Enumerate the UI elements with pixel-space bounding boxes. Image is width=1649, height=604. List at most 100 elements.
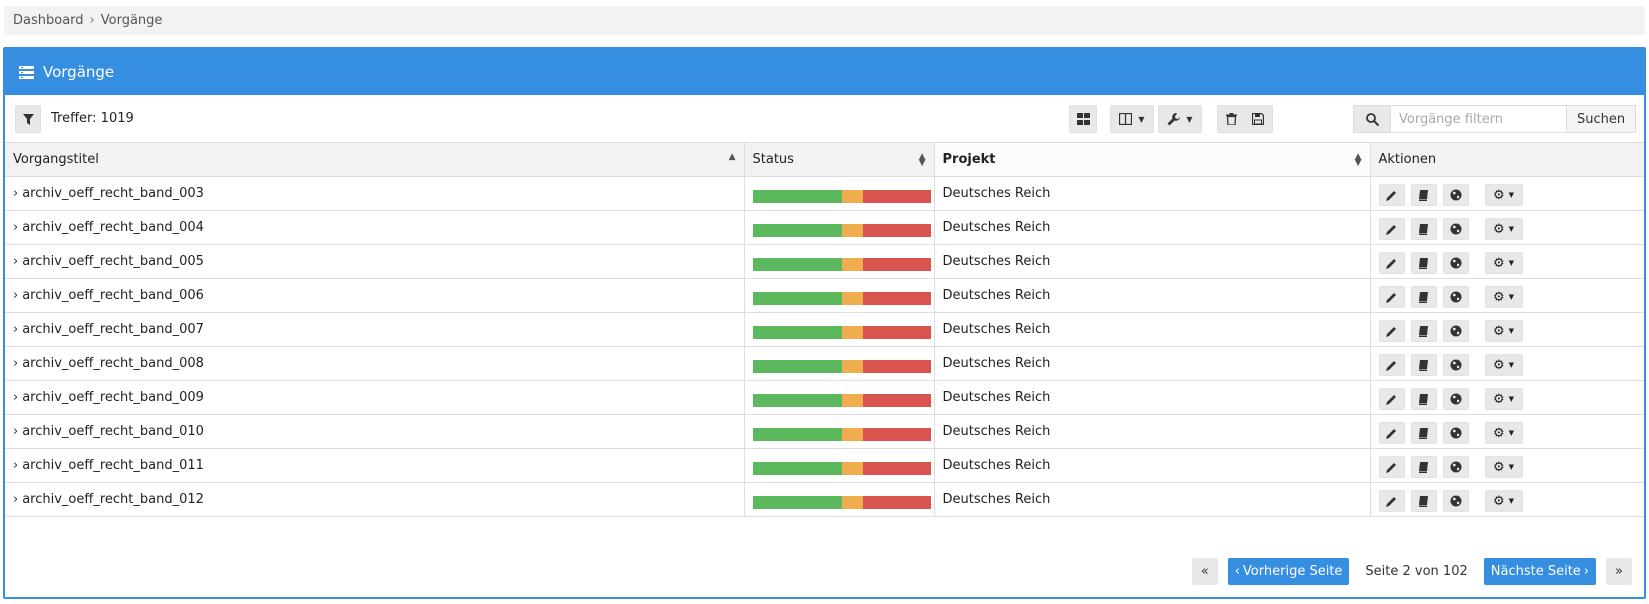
book-icon xyxy=(1419,257,1428,269)
expand-chevron-icon[interactable]: › xyxy=(13,220,18,235)
edit-button[interactable] xyxy=(1378,388,1405,410)
settings-dropdown-button[interactable]: ⚙ ▼ xyxy=(1484,354,1523,376)
header-project-label: Projekt xyxy=(942,151,996,167)
table-row[interactable]: › archiv_oeff_recht_band_010 Deutsches Re… xyxy=(5,414,1644,449)
globe-button[interactable] xyxy=(1442,252,1469,274)
table-row[interactable]: › archiv_oeff_recht_band_008 Deutsches Re… xyxy=(5,346,1644,381)
edit-button[interactable] xyxy=(1378,286,1405,308)
header-title[interactable]: Vorgangstitel ▲ xyxy=(5,143,745,177)
columns-dropdown-button[interactable]: ▼ xyxy=(1110,105,1154,133)
globe-button[interactable] xyxy=(1442,490,1469,512)
metadata-button[interactable] xyxy=(1410,422,1437,444)
previous-page-button[interactable]: ‹ Vorherige Seite xyxy=(1227,558,1350,585)
cell-project: Deutsches Reich xyxy=(934,312,1371,347)
globe-button[interactable] xyxy=(1442,218,1469,240)
tools-dropdown-button[interactable]: ▼ xyxy=(1158,105,1202,133)
expand-chevron-icon[interactable]: › xyxy=(13,390,18,405)
metadata-button[interactable] xyxy=(1410,354,1437,376)
metadata-button[interactable] xyxy=(1410,286,1437,308)
expand-chevron-icon[interactable]: › xyxy=(13,356,18,371)
edit-button[interactable] xyxy=(1378,252,1405,274)
table-row[interactable]: › archiv_oeff_recht_band_012 Deutsches Re… xyxy=(5,482,1644,517)
first-page-button[interactable]: « xyxy=(1191,558,1218,585)
breadcrumb-dashboard[interactable]: Dashboard xyxy=(13,13,84,28)
globe-button[interactable] xyxy=(1442,388,1469,410)
status-done-segment xyxy=(752,291,842,305)
settings-dropdown-button[interactable]: ⚙ ▼ xyxy=(1484,184,1523,206)
expand-chevron-icon[interactable]: › xyxy=(13,458,18,473)
search-button[interactable]: Suchen xyxy=(1567,105,1637,133)
row-project: Deutsches Reich xyxy=(942,321,1051,337)
table-row[interactable]: › archiv_oeff_recht_band_004 Deutsches Re… xyxy=(5,210,1644,245)
expand-chevron-icon[interactable]: › xyxy=(13,288,18,303)
expand-chevron-icon[interactable]: › xyxy=(13,492,18,507)
expand-chevron-icon[interactable]: › xyxy=(13,254,18,269)
expand-chevron-icon[interactable]: › xyxy=(13,322,18,337)
metadata-button[interactable] xyxy=(1410,490,1437,512)
metadata-button[interactable] xyxy=(1410,388,1437,410)
table-row[interactable]: › archiv_oeff_recht_band_005 Deutsches Re… xyxy=(5,244,1644,279)
pencil-icon xyxy=(1386,326,1396,337)
expand-chevron-icon[interactable]: › xyxy=(13,424,18,439)
settings-dropdown-button[interactable]: ⚙ ▼ xyxy=(1484,218,1523,240)
caret-down-icon: ▼ xyxy=(1508,225,1515,233)
edit-button[interactable] xyxy=(1378,354,1405,376)
header-project[interactable]: Projekt ▲ ▼ xyxy=(934,143,1371,177)
edit-button[interactable] xyxy=(1378,218,1405,240)
expand-chevron-icon[interactable]: › xyxy=(13,186,18,201)
edit-button[interactable] xyxy=(1378,490,1405,512)
toolbar: Treffer: 1019 ▼ ▼ Vorgänge filtern Suche… xyxy=(5,95,1644,143)
metadata-button[interactable] xyxy=(1410,184,1437,206)
settings-dropdown-button[interactable]: ⚙ ▼ xyxy=(1484,320,1523,342)
globe-button[interactable] xyxy=(1442,422,1469,444)
cell-status xyxy=(744,380,935,415)
cell-project: Deutsches Reich xyxy=(934,176,1371,211)
globe-icon xyxy=(1450,427,1461,439)
last-page-button[interactable]: » xyxy=(1606,558,1632,585)
status-done-segment xyxy=(752,461,842,475)
edit-button[interactable] xyxy=(1378,422,1405,444)
grid-view-button[interactable] xyxy=(1069,105,1097,133)
globe-button[interactable] xyxy=(1442,286,1469,308)
table-row[interactable]: › archiv_oeff_recht_band_011 Deutsches Re… xyxy=(5,448,1644,483)
cell-title: › archiv_oeff_recht_band_008 xyxy=(5,346,745,381)
status-progress-segment xyxy=(841,427,863,441)
table-row[interactable]: › archiv_oeff_recht_band_003 Deutsches Re… xyxy=(5,176,1644,211)
globe-icon xyxy=(1450,495,1461,507)
caret-down-icon: ▼ xyxy=(1508,259,1515,267)
edit-button[interactable] xyxy=(1378,184,1405,206)
save-icon[interactable] xyxy=(1252,113,1265,125)
metadata-button[interactable] xyxy=(1410,456,1437,478)
settings-dropdown-button[interactable]: ⚙ ▼ xyxy=(1484,388,1523,410)
table-row[interactable]: › archiv_oeff_recht_band_007 Deutsches Re… xyxy=(5,312,1644,347)
table-row[interactable]: › archiv_oeff_recht_band_009 Deutsches Re… xyxy=(5,380,1644,415)
next-page-button[interactable]: Nächste Seite › xyxy=(1483,558,1596,585)
gear-icon: ⚙ xyxy=(1492,357,1505,373)
settings-dropdown-button[interactable]: ⚙ ▼ xyxy=(1484,286,1523,308)
sort-icon: ▲ ▼ xyxy=(1354,152,1362,168)
search-input[interactable] xyxy=(1391,105,1567,133)
settings-dropdown-button[interactable]: ⚙ ▼ xyxy=(1484,456,1523,478)
globe-button[interactable] xyxy=(1442,456,1469,478)
metadata-button[interactable] xyxy=(1410,252,1437,274)
status-open-segment xyxy=(862,359,931,373)
globe-button[interactable] xyxy=(1442,320,1469,342)
edit-button[interactable] xyxy=(1378,456,1405,478)
trash-icon[interactable] xyxy=(1225,113,1237,125)
globe-button[interactable] xyxy=(1442,184,1469,206)
cell-actions: ⚙ ▼ xyxy=(1370,448,1644,483)
globe-button[interactable] xyxy=(1442,354,1469,376)
settings-dropdown-button[interactable]: ⚙ ▼ xyxy=(1484,490,1523,512)
globe-icon xyxy=(1450,291,1461,303)
row-title: archiv_oeff_recht_band_006 xyxy=(22,287,204,303)
metadata-button[interactable] xyxy=(1410,218,1437,240)
metadata-button[interactable] xyxy=(1410,320,1437,342)
settings-dropdown-button[interactable]: ⚙ ▼ xyxy=(1484,422,1523,444)
settings-dropdown-button[interactable]: ⚙ ▼ xyxy=(1484,252,1523,274)
row-project: Deutsches Reich xyxy=(942,219,1051,235)
header-status[interactable]: Status ▲ ▼ xyxy=(744,143,935,177)
filter-button[interactable] xyxy=(15,105,41,133)
edit-button[interactable] xyxy=(1378,320,1405,342)
table-row[interactable]: › archiv_oeff_recht_band_006 Deutsches Re… xyxy=(5,278,1644,313)
status-done-segment xyxy=(752,257,842,271)
